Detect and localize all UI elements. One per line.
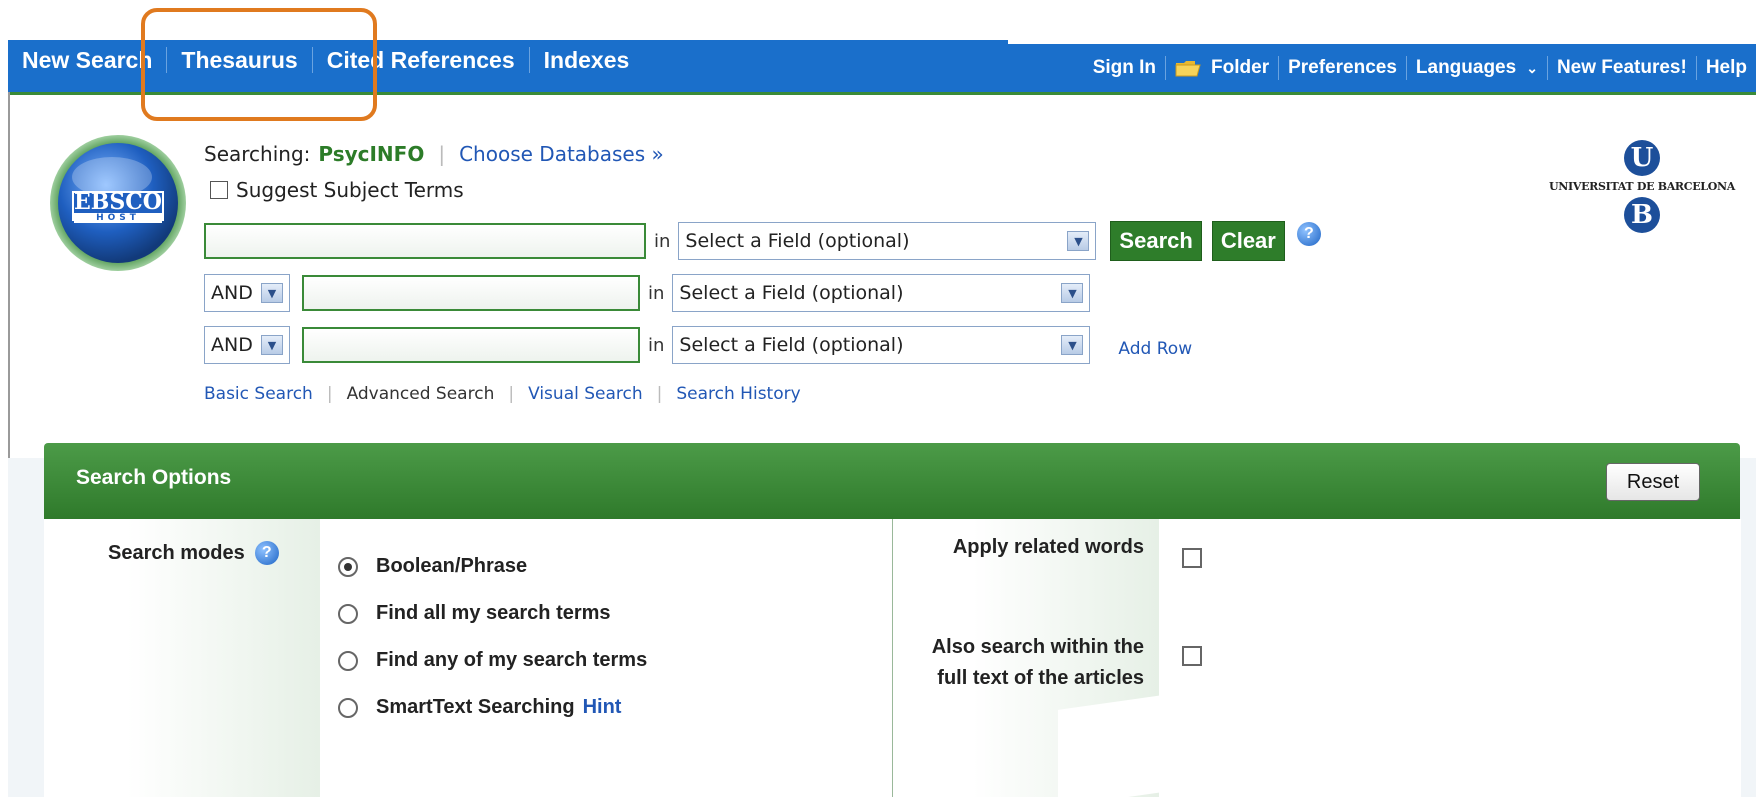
separator: | (326, 384, 333, 404)
field-select-2[interactable]: Select a Field (optional) ▼ (672, 274, 1091, 312)
search-modes-text: Search modes (108, 541, 245, 564)
visual-search-link[interactable]: Visual Search (528, 384, 643, 404)
search-input-2[interactable] (302, 275, 640, 311)
search-mode-boolean-phrase[interactable]: Boolean/Phrase (338, 543, 647, 590)
search-history-link[interactable]: Search History (676, 384, 800, 404)
folder-icon (1175, 59, 1201, 77)
search-mode-label: Find all my search terms (376, 602, 611, 624)
search-row-2: AND ▼ in Select a Field (optional) ▼ (204, 274, 1091, 312)
search-type-links: Basic Search | Advanced Search | Visual … (204, 384, 801, 404)
in-label: in (654, 230, 671, 252)
search-mode-find-any[interactable]: Find any of my search terms (338, 637, 647, 684)
nav-cited-references[interactable]: Cited References (313, 47, 530, 73)
ebsco-logo-text: EBSCO (74, 189, 162, 215)
radio-button[interactable] (338, 697, 358, 718)
radio-button[interactable] (338, 603, 358, 624)
ub-logo-top-letter: U (1624, 140, 1660, 176)
search-row-3: AND ▼ in Select a Field (optional) ▼ Add… (204, 326, 1192, 364)
search-row-1: in Select a Field (optional) ▼ Search Cl… (204, 221, 1321, 261)
nav-help[interactable]: Help (1695, 56, 1756, 80)
apply-related-words-label: Apply related words (952, 536, 1144, 558)
clear-button[interactable]: Clear (1211, 221, 1285, 261)
full-text-checkbox[interactable] (1182, 646, 1202, 666)
search-options-title: Search Options (76, 466, 232, 489)
reset-button[interactable]: Reset (1606, 463, 1700, 501)
chevron-down-icon: ▼ (261, 335, 283, 355)
help-icon[interactable]: ? (254, 541, 279, 565)
ebsco-logo-subtext: HOST (74, 213, 162, 223)
ebsco-host-logo[interactable]: EBSCO HOST (46, 133, 190, 273)
in-label: in (648, 282, 665, 304)
nav-new-features[interactable]: New Features! (1546, 56, 1696, 80)
search-mode-label: Find any of my search terms (376, 649, 648, 671)
radio-button[interactable] (338, 650, 358, 671)
search-input-1[interactable] (204, 223, 646, 259)
nav-languages-label: Languages (1415, 57, 1517, 78)
chevron-down-icon: ⌄ (1526, 60, 1538, 76)
advanced-search-current: Advanced Search (346, 384, 495, 404)
help-icon[interactable]: ? (1296, 222, 1321, 246)
search-mode-smarttext[interactable]: SmartText Searching Hint (338, 684, 647, 731)
separator: | (438, 142, 446, 166)
search-modes-radio-group: Boolean/Phrase Find all my search terms … (338, 543, 647, 731)
field-select-3[interactable]: Select a Field (optional) ▼ (672, 326, 1091, 364)
search-mode-label: Boolean/Phrase (376, 555, 528, 577)
separator: | (656, 384, 663, 404)
radio-button-selected[interactable] (338, 556, 358, 577)
chevron-down-icon: ▼ (261, 283, 283, 303)
chevron-down-icon: ▼ (1061, 335, 1084, 355)
search-input-3[interactable] (302, 327, 640, 363)
searching-line: Searching: PsycINFO | Choose Databases » (204, 142, 664, 166)
choose-databases-link[interactable]: Choose Databases » (459, 142, 664, 166)
boolean-operator-value: AND (211, 282, 253, 304)
fade-edge (1058, 690, 1198, 807)
ub-logo-text: UNIVERSITAT DE BARCELONA (1548, 180, 1736, 193)
chevron-down-icon: ▼ (1061, 283, 1084, 303)
radio-dot (344, 562, 352, 571)
field-select-value: Select a Field (optional) (685, 230, 910, 252)
search-options-header (44, 443, 1740, 519)
search-modes-label: Search modes ? (108, 541, 279, 565)
full-text-checkbox-wrap[interactable] (1182, 646, 1202, 666)
chevron-down-icon: ▼ (1067, 231, 1090, 251)
in-label: in (648, 334, 665, 356)
nav-folder-label: Folder (1211, 57, 1270, 78)
full-text-label-line1: Also search within the (931, 636, 1144, 658)
utility-nav: Sign In Folder Preferences Languages ⌄ N… (1084, 48, 1756, 88)
search-button[interactable]: Search (1110, 221, 1202, 261)
full-text-label-line2: full text of the articles (937, 667, 1144, 689)
nav-indexes[interactable]: Indexes (530, 47, 644, 73)
nav-folder[interactable]: Folder (1165, 56, 1278, 80)
field-select-value: Select a Field (optional) (679, 334, 904, 356)
apply-related-words-checkbox-wrap[interactable] (1182, 548, 1202, 568)
suggest-subject-terms[interactable]: Suggest Subject Terms (210, 178, 464, 202)
full-text-search-label: Also search within the full text of the … (896, 632, 1144, 694)
smarttext-hint-link[interactable]: Hint (583, 696, 622, 719)
suggest-subject-terms-checkbox[interactable] (210, 181, 228, 199)
nav-sign-in[interactable]: Sign In (1084, 56, 1165, 80)
search-mode-label: SmartText Searching (376, 696, 575, 718)
boolean-operator-value: AND (211, 334, 253, 356)
apply-related-words-checkbox[interactable] (1182, 548, 1202, 568)
boolean-operator-select-2[interactable]: AND ▼ (204, 274, 290, 312)
ub-logo-bottom-letter: B (1624, 197, 1660, 233)
searching-label: Searching: (204, 142, 311, 166)
separator: | (508, 384, 515, 404)
boolean-operator-select-3[interactable]: AND ▼ (204, 326, 290, 364)
main-nav: New Search Thesaurus Cited References In… (8, 40, 643, 80)
basic-search-link[interactable]: Basic Search (204, 384, 313, 404)
nav-preferences[interactable]: Preferences (1278, 56, 1406, 80)
field-select-value: Select a Field (optional) (679, 282, 904, 304)
field-select-1[interactable]: Select a Field (optional) ▼ (678, 222, 1097, 260)
suggest-subject-terms-label: Suggest Subject Terms (236, 178, 464, 202)
nav-thesaurus[interactable]: Thesaurus (167, 47, 313, 73)
nav-languages[interactable]: Languages ⌄ (1405, 56, 1547, 80)
universitat-de-barcelona-logo: U UNIVERSITAT DE BARCELONA B (1544, 140, 1740, 240)
search-mode-find-all[interactable]: Find all my search terms (338, 590, 647, 637)
add-row-link[interactable]: Add Row (1118, 339, 1192, 359)
nav-new-search[interactable]: New Search (8, 47, 168, 73)
searching-database: PsycINFO (318, 142, 425, 166)
